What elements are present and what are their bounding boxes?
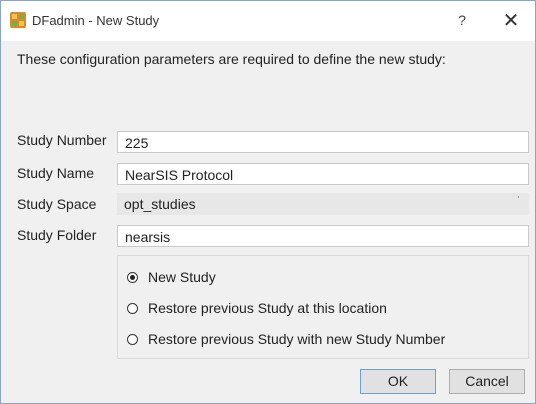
- study-name-label: Study Name: [17, 165, 95, 181]
- study-space-value: opt_studies: [124, 196, 196, 212]
- radio-label: Restore previous Study with new Study Nu…: [148, 331, 446, 347]
- study-space-label: Study Space: [17, 196, 97, 212]
- close-button[interactable]: ✕: [499, 9, 523, 33]
- radio-label: New Study: [148, 269, 216, 285]
- cancel-button[interactable]: Cancel: [449, 369, 525, 394]
- study-space-select[interactable]: opt_studies ˙: [117, 193, 529, 215]
- study-number-field[interactable]: 225: [117, 131, 529, 153]
- window-title: DFadmin - New Study: [32, 13, 160, 28]
- radio-selected-icon: [127, 271, 138, 283]
- study-folder-label: Study Folder: [17, 227, 97, 243]
- study-folder-field[interactable]: nearsis: [117, 225, 529, 247]
- radio-unselected-icon: [127, 302, 138, 314]
- radio-unselected-icon: [127, 333, 138, 345]
- radio-label: Restore previous Study at this location: [148, 300, 387, 316]
- ok-button[interactable]: OK: [360, 369, 436, 394]
- radio-new-study[interactable]: New Study: [127, 267, 216, 287]
- study-name-field[interactable]: NearSIS Protocol: [117, 163, 529, 185]
- study-number-label: Study Number: [17, 132, 107, 148]
- title-bar[interactable]: DFadmin - New Study ? ✕: [1, 1, 535, 41]
- radio-restore-at-location[interactable]: Restore previous Study at this location: [127, 298, 387, 318]
- dropdown-arrow-icon: ˙: [517, 194, 521, 208]
- help-button[interactable]: ?: [453, 12, 471, 30]
- intro-text: These configuration parameters are requi…: [17, 51, 446, 67]
- dfadmin-app-icon: [10, 12, 26, 28]
- dialog-window: DFadmin - New Study ? ✕ These configurat…: [0, 0, 536, 404]
- radio-restore-new-number[interactable]: Restore previous Study with new Study Nu…: [127, 329, 445, 349]
